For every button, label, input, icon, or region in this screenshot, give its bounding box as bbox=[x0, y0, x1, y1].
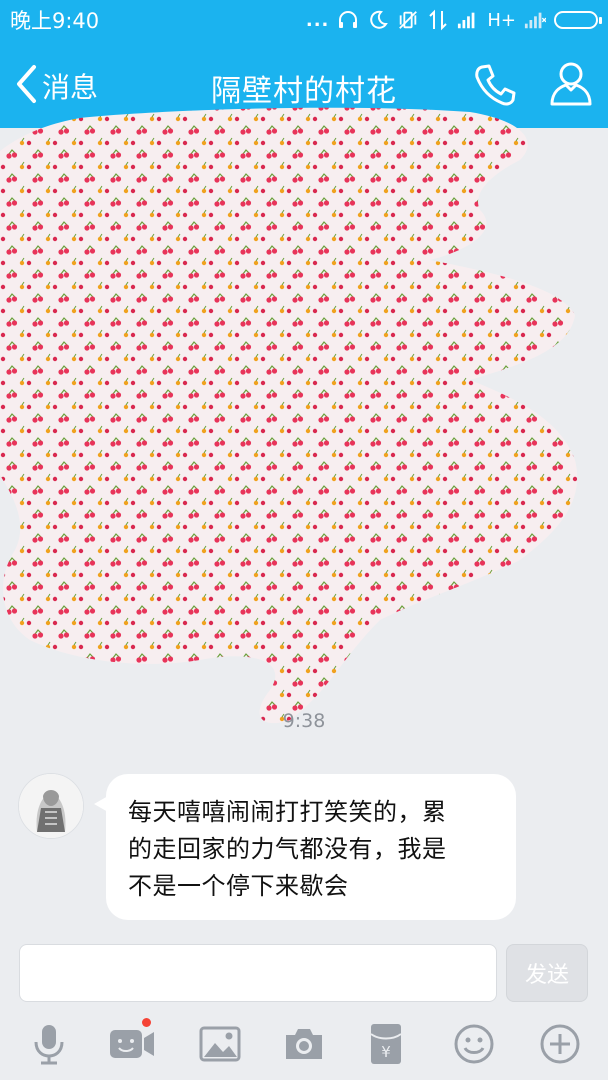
image-icon[interactable] bbox=[196, 1020, 244, 1068]
status-icons: ... H+ bbox=[305, 9, 602, 31]
send-button[interactable]: 发送 bbox=[506, 944, 588, 1002]
red-envelope-icon[interactable]: ¥ bbox=[362, 1020, 410, 1068]
microphone-icon[interactable] bbox=[25, 1020, 73, 1068]
data-transfer-icon bbox=[427, 9, 449, 31]
message-bubble[interactable]: 每天嘻嘻闹闹打打笑笑的，累 的走回家的力气都没有，我是 不是一个停下来歇会 bbox=[94, 774, 516, 920]
signal-weak-icon bbox=[524, 9, 546, 31]
plus-icon[interactable] bbox=[536, 1020, 584, 1068]
svg-text:¥: ¥ bbox=[381, 1043, 391, 1061]
cherry-pattern bbox=[0, 107, 578, 724]
message-line: 的走回家的力气都没有，我是 bbox=[128, 835, 447, 863]
composer: 发送 ¥ bbox=[0, 930, 608, 1080]
composer-toolbar: ¥ bbox=[0, 1018, 608, 1074]
status-bar: 晚上9:40 ... H+ bbox=[0, 0, 608, 40]
headphones-icon bbox=[337, 9, 359, 31]
message-timestamp: 9:38 bbox=[282, 710, 326, 732]
message-input[interactable] bbox=[19, 944, 497, 1002]
status-time: 晚上9:40 bbox=[10, 9, 100, 33]
battery-icon bbox=[554, 11, 602, 29]
moon-icon bbox=[367, 9, 389, 31]
message-line: 不是一个停下来歇会 bbox=[128, 872, 349, 900]
message-line: 每天嘻嘻闹闹打打笑笑的，累 bbox=[128, 798, 447, 826]
camera-icon[interactable] bbox=[280, 1020, 328, 1068]
avatar[interactable] bbox=[18, 773, 84, 839]
vibrate-off-icon bbox=[397, 9, 419, 31]
emoji-icon[interactable] bbox=[450, 1020, 498, 1068]
notification-dot bbox=[142, 1018, 151, 1027]
network-type: H+ bbox=[487, 9, 516, 31]
signal-icon bbox=[457, 9, 479, 31]
message-text: 每天嘻嘻闹闹打打笑笑的，累 的走回家的力气都没有，我是 不是一个停下来歇会 bbox=[128, 794, 494, 905]
more-dots: ... bbox=[305, 9, 330, 31]
video-chat-icon[interactable] bbox=[108, 1018, 156, 1068]
